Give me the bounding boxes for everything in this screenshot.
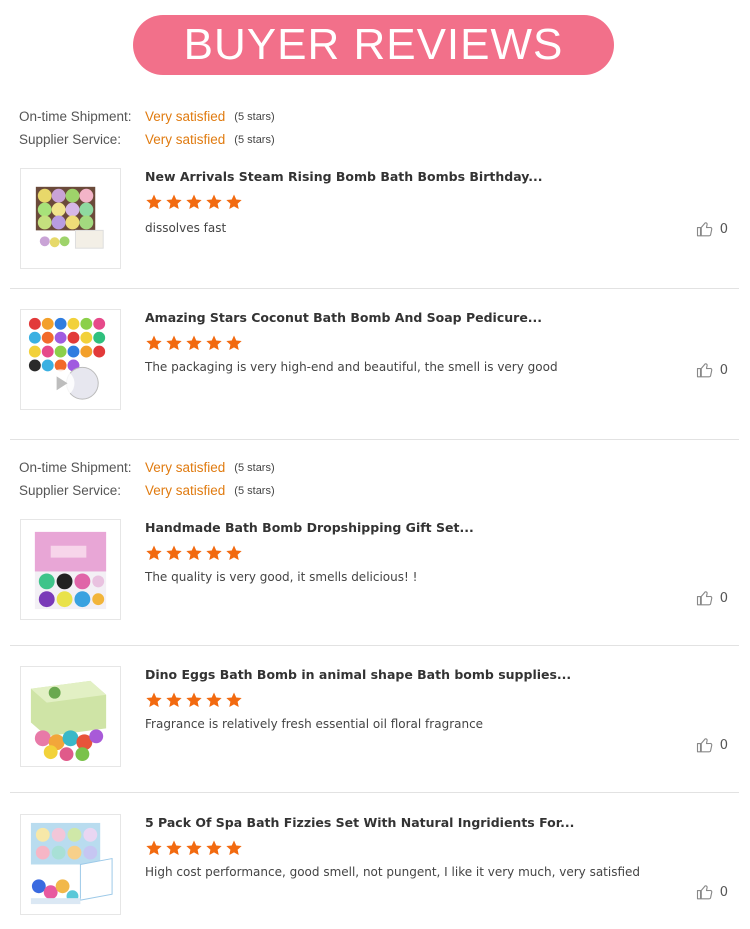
rating-label: Supplier Service:: [19, 132, 122, 147]
review-text: Fragrance is relatively fresh essential …: [145, 717, 484, 731]
rating-stars-text: (5 stars): [234, 484, 275, 497]
star-icon: [206, 545, 222, 561]
star-icon: [226, 335, 242, 351]
rating-row-service: Supplier Service: Very satisfied (5 star…: [19, 128, 275, 151]
product-thumbnail[interactable]: [20, 666, 121, 767]
star-icon: [206, 335, 222, 351]
star-icon: [186, 545, 202, 561]
review-star-rating: [145, 691, 243, 709]
product-title-link[interactable]: Handmade Bath Bomb Dropshipping Gift Set…: [145, 520, 474, 535]
star-icon: [146, 840, 162, 856]
star-icon: [146, 545, 162, 561]
product-thumbnail[interactable]: [20, 814, 121, 915]
spa-fizzies-set-image: [30, 822, 113, 905]
like-count: 0: [719, 221, 728, 237]
star-icon: [206, 840, 222, 856]
rating-row-shipment: On-time Shipment: Very satisfied (5 star…: [19, 456, 275, 479]
bath-bomb-box-image: [35, 186, 104, 249]
bath-bomb-grid-image: [28, 317, 106, 400]
star-icon: [186, 194, 202, 210]
like-button[interactable]: 0: [696, 883, 728, 901]
gift-set-image: [34, 531, 107, 610]
product-title-link[interactable]: 5 Pack Of Spa Bath Fizzies Set With Natu…: [145, 815, 574, 830]
like-count: 0: [719, 590, 728, 606]
like-button[interactable]: 0: [696, 220, 728, 238]
rating-row-shipment: On-time Shipment: Very satisfied (5 star…: [19, 105, 275, 128]
review-star-rating: [145, 193, 243, 211]
star-icon: [146, 194, 162, 210]
star-icon: [226, 692, 242, 708]
thumbs-up-icon: [696, 885, 713, 900]
review-text: The quality is very good, it smells deli…: [145, 570, 418, 584]
rating-value: Very satisfied: [145, 460, 226, 475]
review-text: High cost performance, good smell, not p…: [145, 865, 641, 879]
rating-stars-text: (5 stars): [234, 133, 275, 146]
store-ratings-2: On-time Shipment: Very satisfied (5 star…: [19, 456, 275, 502]
star-icon: [226, 194, 242, 210]
review-star-rating: [145, 544, 243, 562]
review-divider: [10, 792, 739, 793]
rating-row-service: Supplier Service: Very satisfied (5 star…: [19, 479, 275, 502]
like-button[interactable]: 0: [696, 736, 728, 754]
rating-value: Very satisfied: [145, 109, 226, 124]
star-icon: [186, 840, 202, 856]
thumbs-up-icon: [696, 222, 713, 237]
product-title-link[interactable]: Amazing Stars Coconut Bath Bomb And Soap…: [145, 310, 542, 325]
like-count: 0: [719, 737, 728, 753]
review-divider: [10, 645, 739, 646]
star-icon: [166, 194, 182, 210]
rating-label: On-time Shipment:: [19, 109, 132, 124]
rating-stars-text: (5 stars): [234, 110, 275, 123]
thumbs-up-icon: [696, 738, 713, 753]
star-icon: [206, 692, 222, 708]
review-star-rating: [145, 839, 243, 857]
thumbs-up-icon: [696, 363, 713, 378]
star-icon: [226, 545, 242, 561]
review-text: The packaging is very high-end and beaut…: [145, 360, 558, 374]
like-count: 0: [719, 362, 728, 378]
rating-value: Very satisfied: [145, 483, 226, 498]
like-button[interactable]: 0: [696, 589, 728, 607]
star-icon: [226, 840, 242, 856]
review-divider: [10, 288, 739, 289]
product-title-link[interactable]: Dino Eggs Bath Bomb in animal shape Bath…: [145, 667, 571, 682]
rating-stars-text: (5 stars): [234, 461, 275, 474]
star-icon: [206, 194, 222, 210]
product-title-link[interactable]: New Arrivals Steam Rising Bomb Bath Bomb…: [145, 169, 543, 184]
rating-value: Very satisfied: [145, 132, 226, 147]
product-thumbnail[interactable]: [20, 519, 121, 620]
review-divider: [10, 439, 739, 440]
buyer-reviews-banner: BUYER REVIEWS: [133, 15, 614, 75]
star-icon: [166, 335, 182, 351]
banner-title: BUYER REVIEWS: [183, 20, 564, 69]
star-icon: [166, 692, 182, 708]
review-star-rating: [145, 334, 243, 352]
star-icon: [146, 335, 162, 351]
rating-label: On-time Shipment:: [19, 460, 132, 475]
rating-label: Supplier Service:: [19, 483, 122, 498]
star-icon: [186, 692, 202, 708]
like-button[interactable]: 0: [696, 361, 728, 379]
star-icon: [166, 840, 182, 856]
thumbs-up-icon: [696, 591, 713, 606]
product-thumbnail[interactable]: [20, 309, 121, 410]
dino-eggs-box-image: [30, 680, 107, 762]
star-icon: [146, 692, 162, 708]
product-thumbnail[interactable]: [20, 168, 121, 269]
like-count: 0: [719, 884, 728, 900]
star-icon: [166, 545, 182, 561]
star-icon: [186, 335, 202, 351]
store-ratings-1: On-time Shipment: Very satisfied (5 star…: [19, 105, 275, 151]
review-text: dissolves fast: [145, 221, 227, 235]
